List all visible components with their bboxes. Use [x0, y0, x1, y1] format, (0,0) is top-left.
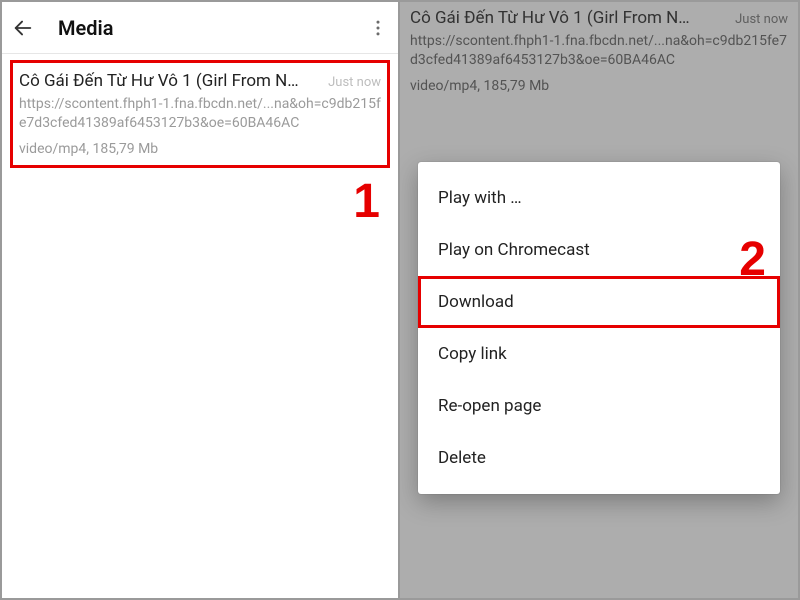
right-pane: Cô Gái Đến Từ Hư Vô 1 (Girl From N… Just…: [400, 2, 798, 598]
media-item-url: https://scontent.fhph1-1.fna.fbcdn.net/.…: [19, 95, 381, 133]
media-item-url: https://scontent.fhph1-1.fna.fbcdn.net/.…: [410, 32, 788, 70]
step-label-2: 2: [739, 232, 766, 287]
more-icon[interactable]: [368, 18, 388, 38]
media-item-time: Just now: [328, 75, 381, 90]
tutorial-frame: Media Cô Gái Đến Từ Hư Vô 1 (Girl From N…: [0, 0, 800, 600]
media-item-meta: video/mp4, 185,79 Mb: [19, 141, 381, 157]
menu-item-copy-link[interactable]: Copy link: [418, 328, 780, 380]
page-title: Media: [58, 16, 113, 40]
media-item-bg: Cô Gái Đến Từ Hư Vô 1 (Girl From N… Just…: [400, 2, 798, 102]
media-item[interactable]: Cô Gái Đến Từ Hư Vô 1 (Girl From N… Just…: [10, 60, 390, 168]
media-item-meta: video/mp4, 185,79 Mb: [410, 78, 788, 94]
step-label-1: 1: [353, 174, 380, 229]
media-item-time: Just now: [735, 12, 788, 27]
media-item-title: Cô Gái Đến Từ Hư Vô 1 (Girl From N…: [19, 71, 320, 91]
menu-item-play-chromecast[interactable]: Play on Chromecast: [418, 224, 780, 276]
media-item-title: Cô Gái Đến Từ Hư Vô 1 (Girl From N…: [410, 8, 727, 28]
context-menu: Play with … Play on Chromecast Download …: [418, 162, 780, 494]
menu-item-delete[interactable]: Delete: [418, 432, 780, 484]
topbar: Media: [2, 2, 398, 54]
menu-item-reopen-page[interactable]: Re-open page: [418, 380, 780, 432]
left-pane: Media Cô Gái Đến Từ Hư Vô 1 (Girl From N…: [2, 2, 400, 598]
menu-item-play-with[interactable]: Play with …: [418, 172, 780, 224]
back-icon[interactable]: [12, 17, 34, 39]
menu-item-download[interactable]: Download: [418, 276, 780, 328]
